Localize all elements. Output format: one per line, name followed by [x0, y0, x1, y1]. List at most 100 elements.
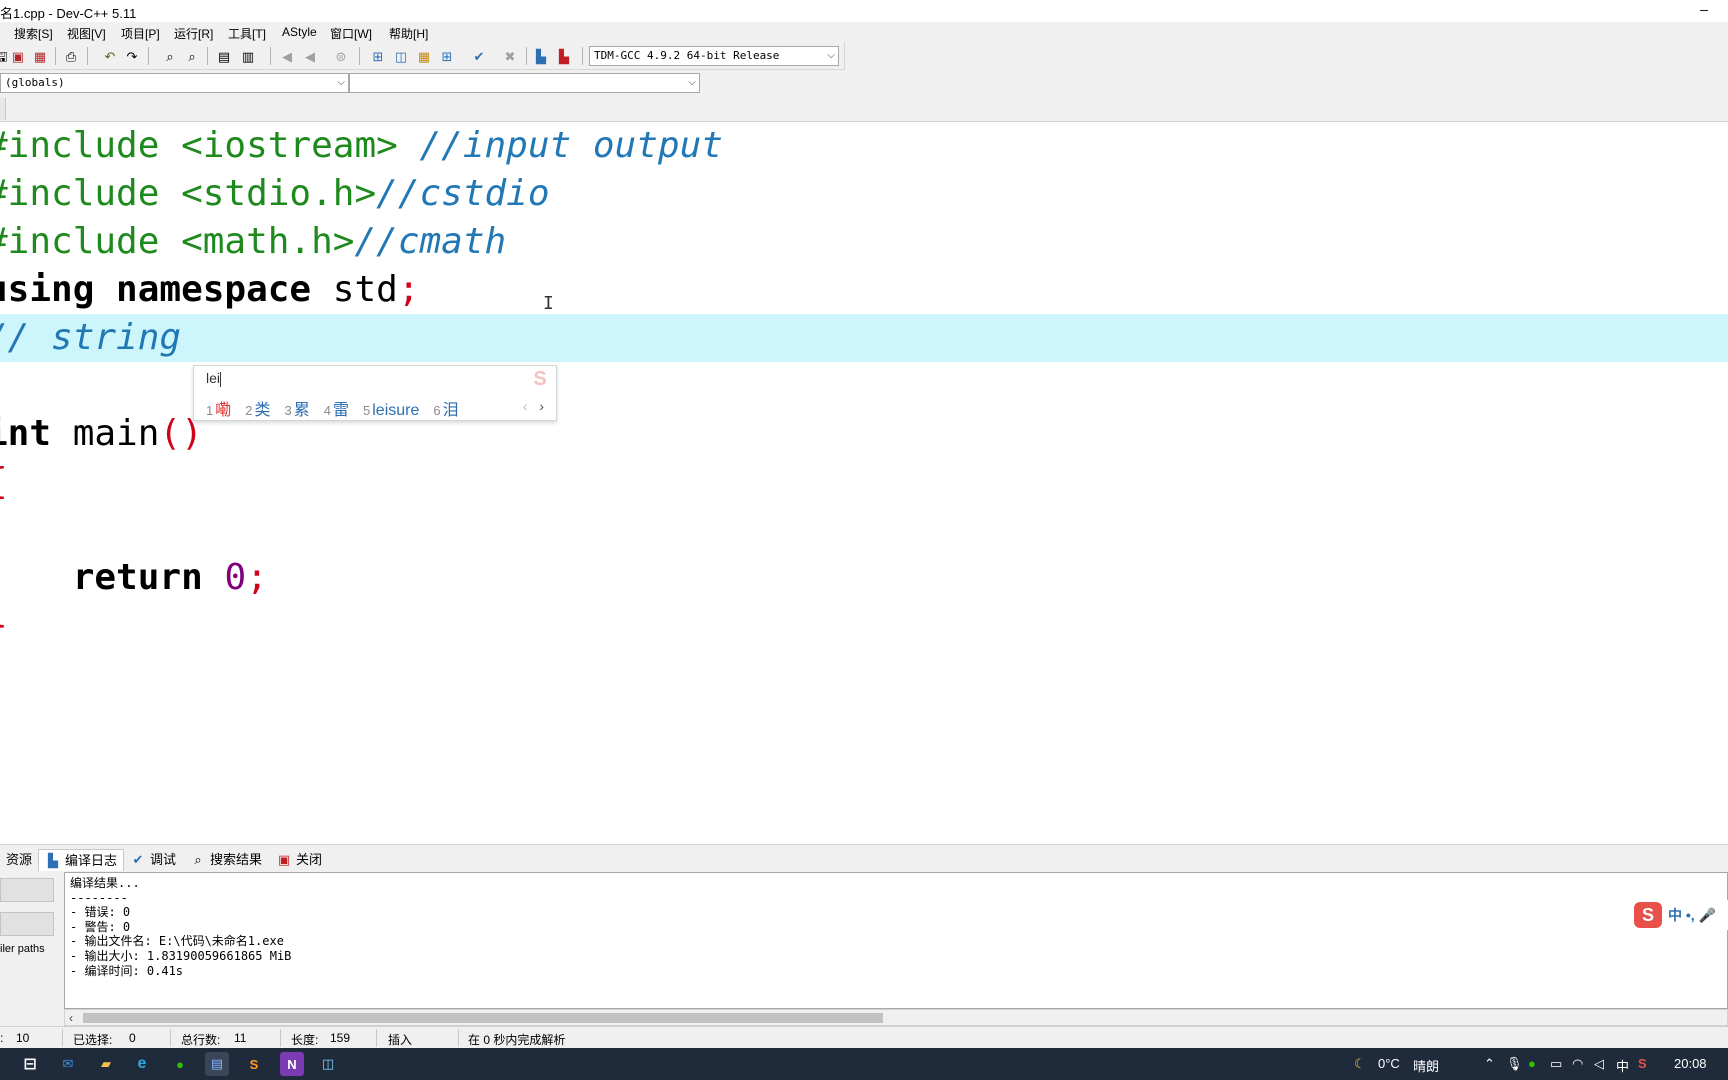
status-separator: [376, 1029, 377, 1047]
code-line[interactable]: [0, 506, 1728, 554]
panel-left-button-1[interactable]: [0, 878, 54, 902]
project-options-icon[interactable]: ▦: [414, 46, 434, 66]
compile-check-icon[interactable]: ✔: [469, 46, 489, 66]
status-selected-value: 0: [129, 1031, 136, 1045]
wechat-tray-icon[interactable]: ●: [1528, 1056, 1536, 1071]
onenote-icon[interactable]: N: [280, 1052, 304, 1076]
code-token: #include <math.h>: [0, 221, 355, 262]
bookmark-prev-icon[interactable]: ◀: [277, 46, 297, 66]
compiler-select[interactable]: TDM-GCC 4.9.2 64-bit Release ⌵: [589, 46, 839, 66]
code-line-text: using namespace std;: [0, 266, 420, 314]
code-line-text: {: [0, 458, 8, 506]
toolbar-separator: [55, 47, 56, 65]
clock[interactable]: 20:08: [1674, 1056, 1707, 1071]
code-line[interactable]: using namespace std;: [0, 266, 1728, 314]
mail-icon[interactable]: ✉: [56, 1052, 80, 1076]
ime-status-bar[interactable]: S 中 •, 🎤: [1632, 900, 1728, 930]
menu-project[interactable]: 项目[P]: [121, 25, 160, 42]
check-icon: ✔: [132, 852, 144, 867]
menu-window[interactable]: 窗口[W]: [330, 25, 372, 42]
tab-close[interactable]: ▣ 关闭: [276, 849, 322, 871]
scope-select-value: (globals): [5, 76, 65, 89]
menu-astyle[interactable]: AStyle: [282, 25, 317, 39]
ime-candidate[interactable]: 4雷: [324, 396, 349, 420]
ime-prev-page-icon[interactable]: ‹: [523, 398, 528, 414]
battery-icon[interactable]: ▭: [1550, 1056, 1562, 1072]
code-line[interactable]: #include <iostream> //input output: [0, 122, 1728, 170]
app-icon[interactable]: ◫: [316, 1052, 340, 1076]
find-icon[interactable]: ⌕: [160, 46, 180, 66]
microphone-icon[interactable]: 🎙: [1506, 1056, 1523, 1072]
tab-resources[interactable]: 资源: [6, 849, 32, 871]
menu-help[interactable]: 帮助[H]: [389, 25, 428, 42]
code-line[interactable]: #include <math.h>//cmath: [0, 218, 1728, 266]
wechat-icon[interactable]: ●: [168, 1052, 192, 1076]
code-line[interactable]: return 0;: [0, 554, 1728, 602]
class-browser-icon[interactable]: ⊞: [437, 46, 457, 66]
ime-candidate[interactable]: 2类: [245, 396, 270, 420]
menu-run[interactable]: 运行[R]: [174, 25, 213, 42]
profile-chart-icon[interactable]: ▙: [531, 46, 551, 66]
replace-icon[interactable]: ⌕: [182, 46, 202, 66]
code-line[interactable]: }: [0, 602, 1728, 650]
text-cursor-icon: I: [543, 293, 554, 314]
ime-next-page-icon[interactable]: ›: [539, 398, 544, 414]
ime-candidate[interactable]: 3累: [285, 396, 310, 420]
tab-compile-log[interactable]: ▙ 编译日志: [38, 849, 125, 871]
code-line-text: #include <stdio.h>//cstdio: [0, 170, 550, 218]
bookmark-next-icon[interactable]: ◀: [300, 46, 320, 66]
open-project-icon[interactable]: ◫: [391, 46, 411, 66]
scope-select[interactable]: (globals) ⌵: [0, 73, 349, 93]
tab-debug[interactable]: ✔ 调试: [130, 849, 176, 871]
close-file-icon[interactable]: ▣: [8, 46, 28, 66]
sogou-tray-icon[interactable]: S: [1638, 1056, 1647, 1071]
goto-line-icon[interactable]: ⊜: [331, 46, 351, 66]
horizontal-scrollbar[interactable]: ‹: [64, 1009, 1728, 1026]
editor-tab[interactable]: [0, 98, 6, 120]
menu-view[interactable]: 视图[V]: [67, 25, 106, 42]
code-editor[interactable]: #include <iostream> //input output #inclu…: [0, 122, 1728, 844]
tab-close-label: 关闭: [296, 852, 323, 867]
chevron-up-icon[interactable]: ⌃: [1484, 1056, 1495, 1072]
toolbar-separator: [148, 47, 149, 65]
file-explorer-icon[interactable]: ▰: [94, 1052, 118, 1076]
ime-candidate-number: 4: [323, 403, 331, 418]
print-icon[interactable]: ⎙: [61, 46, 81, 66]
unindent-icon[interactable]: ▥: [238, 46, 258, 66]
panel-left-button-2[interactable]: [0, 912, 54, 936]
ime-candidate[interactable]: 6泪: [433, 396, 458, 420]
wifi-icon[interactable]: ◠: [1572, 1056, 1583, 1072]
volume-icon[interactable]: ◁: [1594, 1056, 1604, 1072]
redo-icon[interactable]: ↷: [122, 46, 142, 66]
code-token: }: [0, 605, 8, 646]
stop-icon[interactable]: ✖: [500, 46, 520, 66]
minimize-button[interactable]: –: [1694, 0, 1714, 22]
task-view-icon[interactable]: ⊟: [18, 1052, 42, 1076]
menu-search[interactable]: 搜索[S]: [14, 25, 53, 42]
sublime-icon[interactable]: S: [242, 1052, 266, 1076]
undo-icon[interactable]: ↶: [100, 46, 120, 66]
weather-temp[interactable]: 0°C: [1378, 1056, 1400, 1071]
code-token: {: [0, 461, 8, 502]
ime-candidate[interactable]: 5 leisure: [363, 402, 419, 420]
close-all-icon[interactable]: ▦: [30, 46, 50, 66]
code-token: main: [51, 413, 160, 454]
ime-candidate[interactable]: 1嘞: [206, 396, 231, 420]
indent-icon[interactable]: ▤: [214, 46, 234, 66]
new-project-icon[interactable]: ⊞: [368, 46, 388, 66]
member-select[interactable]: ⌵: [349, 73, 700, 93]
compile-log-text[interactable]: 编译结果... -------- - 错误: 0- 警告: 0- 输出文件名: E:…: [64, 872, 1728, 1009]
code-line[interactable]: #include <stdio.h>//cstdio: [0, 170, 1728, 218]
code-line[interactable]: {: [0, 458, 1728, 506]
menu-tools[interactable]: 工具[T]: [228, 25, 266, 42]
scroll-left-icon[interactable]: ‹: [69, 1010, 73, 1026]
devcpp-icon[interactable]: ▤: [205, 1052, 229, 1076]
ime-mode[interactable]: 中: [1616, 1056, 1629, 1075]
code-line[interactable]: // string: [0, 314, 1728, 362]
weather-text[interactable]: 晴朗: [1413, 1056, 1439, 1075]
tab-search-results[interactable]: ⌕ 搜索结果: [190, 849, 262, 871]
toolbar-separator: [359, 47, 360, 65]
edge-icon[interactable]: e: [130, 1052, 154, 1076]
delete-profile-icon[interactable]: ▙: [554, 46, 574, 66]
scrollbar-thumb[interactable]: [83, 1013, 883, 1023]
